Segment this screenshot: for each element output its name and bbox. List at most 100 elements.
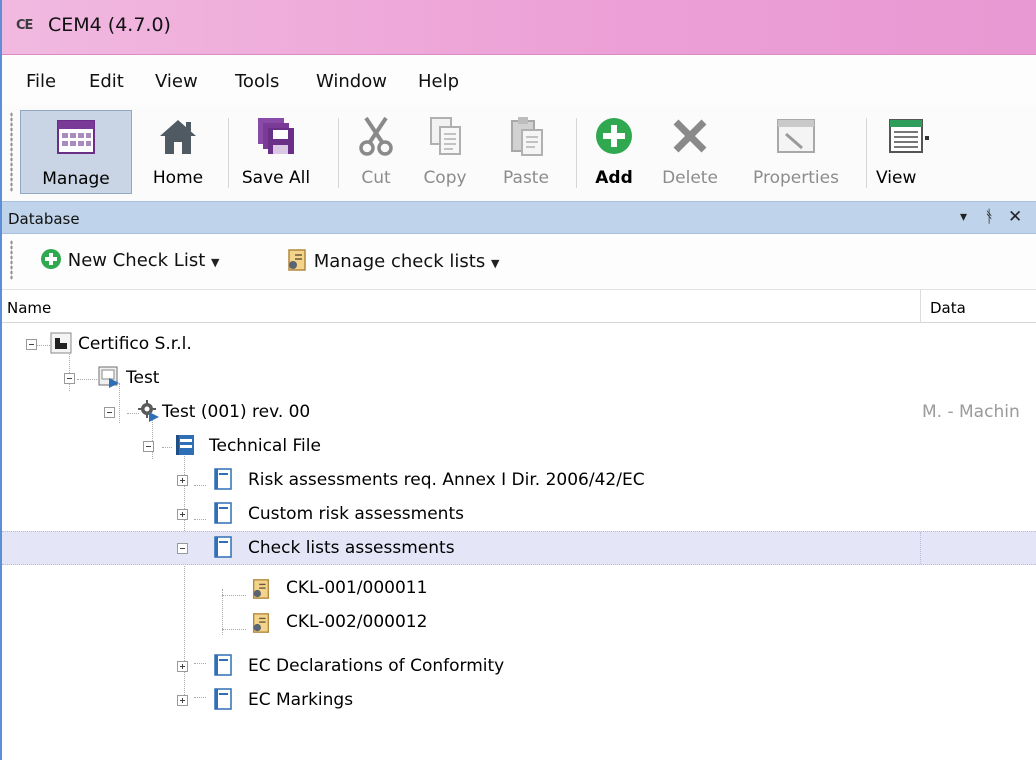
folder-doc-icon: [214, 502, 232, 524]
home-label: Home: [152, 168, 204, 188]
copy-label: Copy: [423, 168, 467, 188]
menu-view[interactable]: View: [155, 71, 198, 92]
column-name-header[interactable]: Name: [7, 299, 51, 317]
collapse-toggle[interactable]: [143, 441, 154, 452]
expand-toggle[interactable]: [177, 509, 188, 520]
save-all-icon: [258, 118, 294, 154]
menu-window[interactable]: Window: [316, 71, 387, 92]
tree-node-selected[interactable]: Check lists assessments: [2, 531, 1036, 565]
new-check-list-button[interactable]: New Check List ▼: [40, 248, 219, 271]
tree-node[interactable]: EC Declarations of Conformity: [2, 649, 1036, 683]
paste-label: Paste: [503, 168, 549, 188]
paste-icon: [511, 117, 543, 156]
toolbar-grip[interactable]: [10, 112, 13, 192]
tree-node[interactable]: Technical File: [2, 429, 1036, 463]
tree-node-label: Test (001) rev. 00: [162, 402, 311, 422]
scissors-icon: [359, 116, 393, 156]
new-check-list-label: New Check List: [67, 250, 206, 271]
tree-node-label: Certifico S.r.l.: [78, 334, 192, 354]
delete-label: Delete: [662, 168, 718, 188]
collapse-toggle[interactable]: [177, 543, 188, 554]
tree-node-label: Technical File: [209, 436, 321, 456]
add-circle-icon: [596, 118, 632, 154]
tree-node-label: Check lists assessments: [248, 538, 455, 558]
collapse-toggle[interactable]: [64, 373, 75, 384]
subtoolbar-grip[interactable]: [10, 240, 13, 280]
tree-node-label: CKL-001/000011: [286, 578, 428, 598]
cut-button[interactable]: Cut: [348, 110, 404, 194]
company-icon: [50, 332, 72, 354]
tree-node[interactable]: Test (001) rev. 00 M. - Machin: [2, 395, 1036, 429]
add-label: Add: [595, 168, 633, 188]
new-check-list-dropdown-icon[interactable]: ▼: [211, 256, 219, 269]
manage-label: Manage: [42, 169, 110, 189]
tree-node-label: Custom risk assessments: [248, 504, 464, 524]
delete-x-icon: [673, 119, 707, 153]
panel-title: Database: [8, 210, 80, 228]
manage-check-lists-button[interactable]: Manage check lists ▼: [286, 248, 499, 272]
save-all-button[interactable]: Save All: [233, 110, 319, 194]
menu-edit[interactable]: Edit: [89, 71, 124, 92]
menu-file[interactable]: File: [26, 71, 56, 92]
copy-icon: [430, 117, 461, 155]
delete-button[interactable]: Delete: [654, 110, 726, 194]
manage-check-lists-dropdown-icon[interactable]: ▼: [491, 257, 499, 270]
tree-node-label: CKL-002/000012: [286, 612, 428, 632]
tree-node-label: Test: [126, 368, 160, 388]
home-icon: [160, 120, 196, 154]
folder-doc-icon: [214, 688, 232, 710]
close-icon[interactable]: ✕: [1008, 207, 1022, 227]
cut-label: Cut: [361, 168, 391, 188]
toolbar-separator: [866, 118, 867, 188]
column-divider[interactable]: [920, 290, 921, 323]
expand-toggle[interactable]: [177, 475, 188, 486]
technical-file-icon: [176, 435, 194, 455]
title-bar: CE CEM4 (4.7.0): [2, 0, 1036, 55]
checklist-gear-icon: [252, 613, 270, 633]
collapse-toggle[interactable]: [26, 339, 37, 350]
pin-icon[interactable]: ᚬ: [984, 207, 994, 227]
add-circle-icon: [41, 249, 61, 269]
tree-node-label: EC Declarations of Conformity: [248, 656, 505, 676]
ce-logo-icon: CE: [16, 18, 33, 33]
tree-node[interactable]: Custom risk assessments: [2, 497, 1036, 531]
copy-button[interactable]: Copy: [414, 110, 476, 194]
expand-toggle[interactable]: [177, 661, 188, 672]
home-button[interactable]: Home: [136, 110, 220, 194]
folder-doc-icon: [214, 536, 232, 558]
tree-column-header: Name Data: [2, 289, 1036, 323]
panel-dropdown-icon[interactable]: ▾: [960, 209, 967, 225]
tree-node-data: M. - Machin: [922, 402, 1020, 422]
toolbar-separator: [338, 118, 339, 188]
column-data-header[interactable]: Data: [930, 299, 966, 317]
tree-node[interactable]: Test: [2, 361, 1036, 395]
manage-check-lists-label: Manage check lists: [313, 251, 486, 272]
tree-node[interactable]: Certifico S.r.l.: [2, 327, 1036, 361]
column-divider: [920, 532, 922, 564]
menu-tools[interactable]: Tools: [235, 71, 279, 92]
view-label: View: [876, 168, 917, 188]
properties-button[interactable]: Properties: [740, 110, 852, 194]
checklist-gear-icon: [288, 249, 306, 271]
tree-node[interactable]: CKL-002/000012: [2, 607, 1036, 641]
view-button[interactable]: View: [870, 110, 946, 194]
properties-label: Properties: [753, 168, 839, 188]
menu-help[interactable]: Help: [418, 71, 459, 92]
view-list-icon: [889, 119, 929, 153]
toolbar-separator: [228, 118, 229, 188]
window-title: CEM4 (4.7.0): [48, 14, 171, 36]
calendar-grid-icon: [57, 120, 95, 154]
database-tree: Certifico S.r.l. Test Test (001) rev. 00…: [2, 323, 1036, 760]
paste-button[interactable]: Paste: [493, 110, 559, 194]
tree-node[interactable]: Risk assessments req. Annex I Dir. 2006/…: [2, 463, 1036, 497]
manage-button[interactable]: Manage: [20, 110, 132, 194]
folder-doc-icon: [214, 654, 232, 676]
tree-node[interactable]: CKL-001/000011: [2, 573, 1036, 607]
properties-icon: [777, 119, 815, 153]
app-window: CE CEM4 (4.7.0) File Edit View Tools Win…: [0, 0, 1036, 760]
tree-node[interactable]: EC Markings: [2, 683, 1036, 717]
collapse-toggle[interactable]: [104, 407, 115, 418]
expand-toggle[interactable]: [177, 695, 188, 706]
folder-doc-icon: [214, 468, 232, 490]
add-button[interactable]: Add: [584, 110, 644, 194]
